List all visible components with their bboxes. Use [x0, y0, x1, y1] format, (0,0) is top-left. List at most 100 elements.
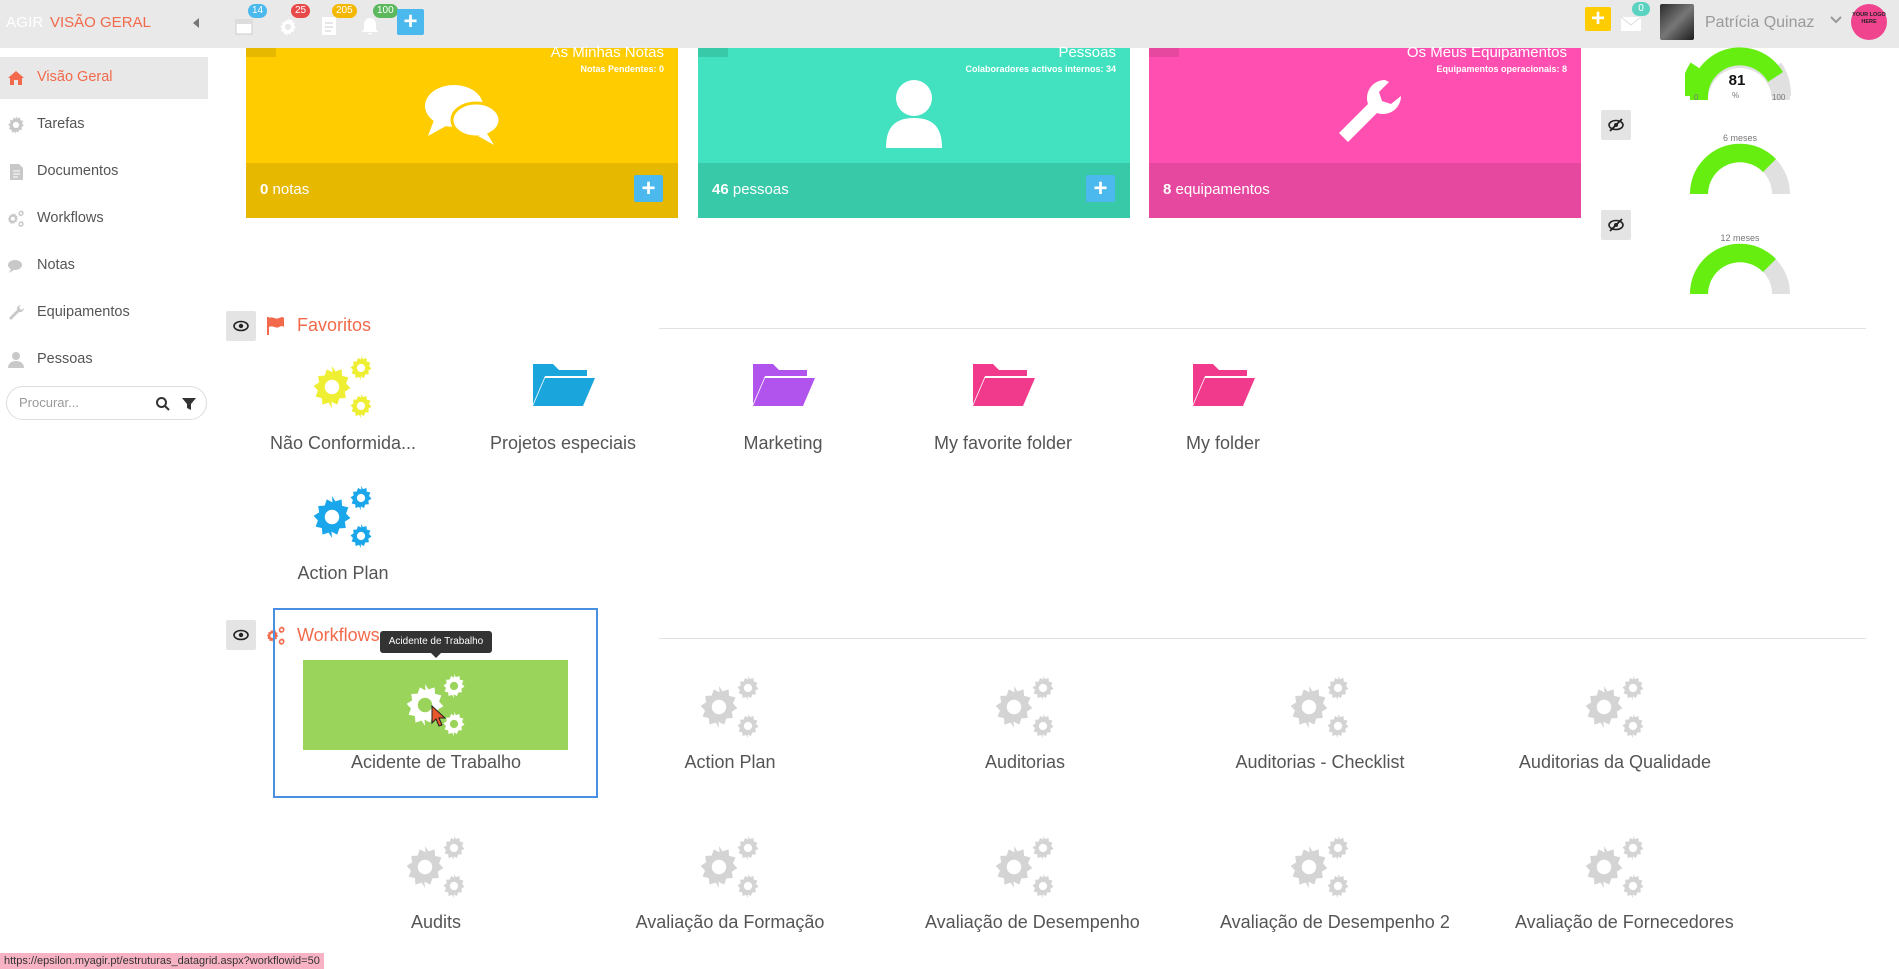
sidebar-item-label: Documentos: [37, 163, 119, 179]
notifications-badge: 100: [373, 4, 398, 18]
tile-label: Avaliação de Fornecedores: [1515, 912, 1734, 932]
add-yellow-button[interactable]: +: [1585, 7, 1611, 31]
hide-gauge-button[interactable]: [1601, 110, 1631, 140]
tile-label: Audits: [410, 912, 462, 932]
sidebar-item-label: Tarefas: [37, 116, 85, 132]
gears-icon: [310, 356, 376, 420]
hide-gauge-button[interactable]: [1601, 210, 1631, 240]
folder-icon: [971, 360, 1035, 408]
sidebar-item-workflows[interactable]: Workflows: [0, 198, 208, 240]
sidebar: Visão Geral Tarefas Documentos Workflows…: [0, 48, 208, 969]
toggle-favoritos-button[interactable]: [226, 311, 256, 341]
breadcrumb: VISÃO GERAL: [50, 14, 151, 31]
eye-icon: [233, 320, 249, 332]
eye-icon: [233, 629, 249, 641]
documents-button[interactable]: 205: [318, 4, 357, 38]
mouse-cursor-icon: [431, 705, 447, 727]
add-note-button[interactable]: +: [634, 175, 663, 202]
messages-button[interactable]: 0: [1620, 2, 1650, 36]
gears-icon: [992, 836, 1058, 900]
tile-label: Auditorias: [984, 752, 1066, 772]
gears-icon: [1287, 676, 1353, 740]
card-count: 0 notas: [260, 181, 310, 198]
gauge-value: 81: [1728, 72, 1746, 89]
card-header: Pessoas Colaboradores activos internos: …: [698, 44, 1130, 163]
user-name[interactable]: Patrícia Quinaz: [1705, 14, 1814, 32]
gears-icon: [1582, 676, 1648, 740]
tasks-badge: 25: [291, 4, 311, 18]
sidebar-item-label: Visão Geral: [37, 69, 113, 85]
notifications-button[interactable]: 100: [359, 4, 398, 38]
gears-icon: [697, 836, 763, 900]
tile-label: My folder: [1185, 433, 1261, 453]
user-icon: [8, 352, 24, 368]
gears-icon: [1582, 836, 1648, 900]
card-title: As Minhas Notas: [550, 44, 664, 61]
tile-label: Não Conformida...: [269, 433, 417, 453]
calendar-badge: 14: [248, 4, 268, 18]
flag-icon: [267, 317, 284, 335]
gauge-6-fill: [1689, 143, 1776, 194]
document-icon: [10, 164, 23, 180]
sidebar-item-documentos[interactable]: Documentos: [0, 151, 208, 193]
status-url: https://epsilon.myagir.pt/estruturas_dat…: [0, 953, 324, 969]
folder-icon: [531, 360, 595, 408]
gauge-12-arc: [1689, 243, 1790, 294]
gears-icon: [992, 676, 1058, 740]
sidebar-item-label: Equipamentos: [37, 304, 130, 320]
calendar-button[interactable]: 14: [234, 4, 268, 38]
app-brand[interactable]: AGIR: [6, 14, 43, 31]
card-header: Os Meus Equipamentos Equipamentos operac…: [1149, 44, 1581, 163]
card-count: 8 equipamentos: [1163, 181, 1270, 198]
section-title-favoritos: Favoritos: [297, 315, 372, 335]
sidebar-item-equipamentos[interactable]: Equipamentos: [0, 292, 208, 334]
sidebar-item-notas[interactable]: Notas: [0, 245, 208, 287]
folder-icon: [1191, 360, 1255, 408]
card-subtitle: Equipamentos operacionais: 8: [1436, 64, 1567, 74]
collapse-sidebar-icon[interactable]: [190, 16, 202, 30]
search-icon[interactable]: [155, 396, 171, 412]
card-footer: 0 notas +: [246, 163, 678, 218]
search-box: [6, 386, 207, 420]
tile-label: Avaliação da Formação: [635, 912, 825, 932]
filter-icon[interactable]: [181, 396, 197, 412]
tile-label: Action Plan: [684, 752, 776, 772]
gauge-min: 0: [1694, 93, 1699, 102]
tile-label: Projetos especiais: [489, 433, 637, 453]
documents-badge: 205: [332, 4, 357, 18]
sidebar-item-label: Notas: [37, 257, 75, 273]
gauge-max: 100: [1772, 93, 1786, 102]
sidebar-item-visao-geral[interactable]: Visão Geral: [0, 57, 208, 99]
mail-icon: [1620, 16, 1642, 31]
sidebar-item-tarefas[interactable]: Tarefas: [0, 104, 208, 146]
card-tab: [698, 48, 728, 57]
gear-icon: [279, 18, 297, 36]
card-title: Pessoas: [1058, 44, 1116, 61]
tile-label: Avaliação de Desempenho 2: [1220, 912, 1450, 932]
wrench-icon: [1339, 79, 1401, 142]
card-count: 46 pessoas: [712, 181, 789, 198]
sidebar-item-pessoas[interactable]: Pessoas: [0, 339, 208, 381]
equipment-card[interactable]: Os Meus Equipamentos Equipamentos operac…: [1149, 44, 1581, 218]
toggle-workflows-button[interactable]: [226, 620, 256, 650]
card-header: As Minhas Notas Notas Pendentes: 0: [246, 44, 678, 163]
user-avatar[interactable]: [1660, 4, 1694, 40]
tasks-button[interactable]: 25: [277, 4, 311, 38]
tile-label: Acidente de Trabalho: [350, 752, 522, 772]
chevron-down-icon[interactable]: [1830, 15, 1842, 25]
sidebar-item-label: Workflows: [37, 210, 104, 226]
section-divider: [659, 638, 1866, 639]
gauge-12-fill: [1689, 243, 1776, 294]
tile-label: Auditorias - Checklist: [1235, 752, 1405, 772]
notes-card[interactable]: As Minhas Notas Notas Pendentes: 0 0 not…: [246, 44, 678, 218]
wrench-icon: [9, 304, 25, 320]
eye-slash-icon: [1608, 118, 1624, 132]
gears-icon: [7, 210, 25, 228]
add-person-button[interactable]: +: [1086, 175, 1115, 202]
quick-add-button[interactable]: +: [397, 9, 424, 35]
document-icon: [322, 17, 336, 35]
people-card[interactable]: Pessoas Colaboradores activos internos: …: [698, 44, 1130, 218]
search-input[interactable]: [19, 395, 149, 410]
card-subtitle: Colaboradores activos internos: 34: [965, 64, 1116, 74]
gears-icon: [1287, 836, 1353, 900]
